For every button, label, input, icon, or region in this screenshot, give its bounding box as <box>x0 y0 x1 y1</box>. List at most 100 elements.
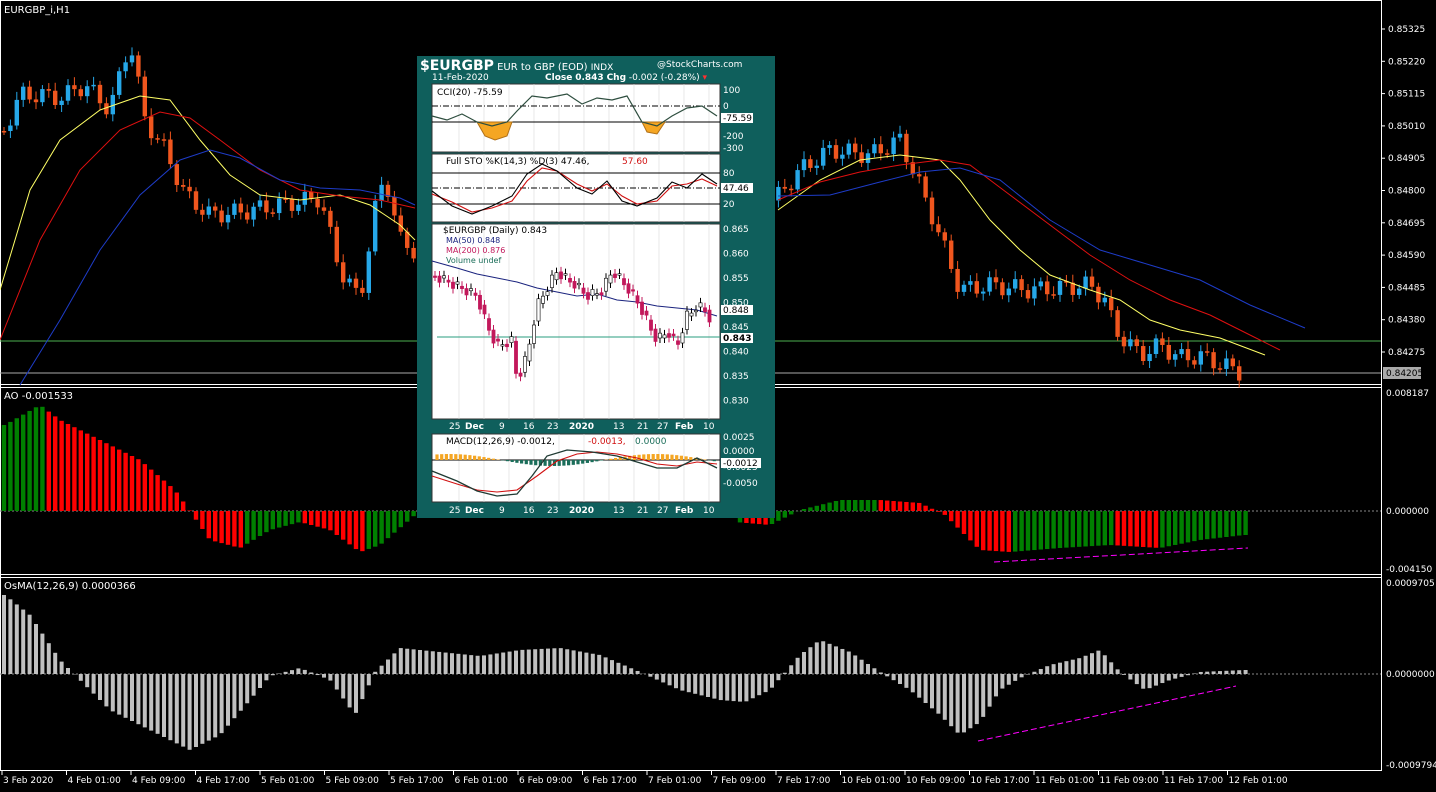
osma-bar <box>149 674 154 731</box>
candle-body <box>993 277 999 283</box>
ao-bar <box>104 443 109 511</box>
candle-body <box>219 210 224 223</box>
svg-text:-0.004150: -0.004150 <box>1386 565 1432 575</box>
ao-bar <box>1057 511 1063 548</box>
ao-bar <box>840 500 845 511</box>
osma-bar <box>616 662 621 674</box>
candle-body <box>277 198 282 214</box>
osma-bar <box>245 674 250 704</box>
ao-bar <box>865 500 871 511</box>
osma-bar <box>821 641 826 674</box>
candle-body <box>1198 351 1203 365</box>
osma-bar <box>962 674 966 733</box>
candle-body <box>923 176 928 198</box>
candle-body <box>1166 344 1171 360</box>
ao-bar <box>142 464 147 511</box>
ao-bar <box>1096 511 1101 546</box>
ao-bar <box>334 511 339 535</box>
candle-body <box>1102 297 1107 303</box>
candle-body <box>1013 279 1018 289</box>
osma-bar <box>859 659 864 674</box>
candle-body <box>309 191 314 199</box>
osma-bar <box>885 674 890 677</box>
ao-bar <box>1173 511 1178 545</box>
osma-bar <box>1154 674 1158 686</box>
candle-body <box>827 145 832 148</box>
time-tick: 5 Feb 01:00 <box>261 776 315 786</box>
candle-body <box>398 215 403 232</box>
osma-bar <box>386 659 390 674</box>
ao-bar <box>78 430 83 511</box>
time-tick: 4 Feb 17:00 <box>197 776 251 786</box>
osma-bar <box>968 674 973 729</box>
candle-body <box>379 184 384 201</box>
osma-bar <box>117 674 122 715</box>
osma-bar <box>469 655 474 674</box>
time-tick: 5 Feb 17:00 <box>390 776 444 786</box>
ao-bar <box>347 511 352 545</box>
osma-bar <box>763 674 768 693</box>
ao-bar <box>1064 511 1069 548</box>
osma-bar <box>392 653 397 674</box>
candle-body <box>149 116 154 139</box>
sc-sto-label: Full STO %K(14,3) %D(3) 47.46, <box>446 157 590 167</box>
ao-bar <box>949 511 954 522</box>
sc-date-tick: 2020 <box>569 506 594 516</box>
osma-bar <box>808 647 813 674</box>
candle-body <box>65 85 71 101</box>
candle-body <box>1211 352 1216 369</box>
ao-bar <box>200 511 205 529</box>
candle-body <box>360 287 365 293</box>
ao-bar <box>309 511 314 525</box>
osma-bar <box>686 674 691 693</box>
ao-bar <box>1147 511 1152 548</box>
ao-bar <box>1230 511 1235 537</box>
sc-cci-tick: -200 <box>723 132 744 142</box>
sc-sto-tick: 80 <box>723 169 735 179</box>
sc-macd-value: -0.0012 <box>723 459 758 469</box>
time-tick: 4 Feb 09:00 <box>132 776 186 786</box>
price-axis[interactable]: 0.85325 0.85220 0.85115 0.85010 0.84905 0.848… <box>1381 25 1425 358</box>
candle-body <box>808 159 813 168</box>
osma-bar <box>706 674 710 697</box>
candle-body <box>168 139 173 165</box>
candle-body <box>1121 336 1127 347</box>
sc-date-tick: Dec <box>465 422 484 432</box>
ao-bar <box>251 511 256 540</box>
sc-vol-label: Volume undef <box>446 256 501 265</box>
candle-body <box>1077 288 1082 295</box>
osma-bar <box>104 674 109 707</box>
osma-bar <box>603 657 608 674</box>
osma-bar <box>1013 674 1018 681</box>
osma-bar <box>283 671 288 674</box>
sc-price-tick: 0.855 <box>723 274 749 284</box>
ao-bar <box>1166 511 1171 547</box>
osma-bar <box>411 649 416 674</box>
osma-bar <box>296 668 301 674</box>
candle-body <box>878 144 883 154</box>
osma-bar <box>488 654 493 674</box>
osma-bar <box>162 674 166 737</box>
osma-bar <box>654 674 659 680</box>
osma-bar <box>878 672 883 674</box>
osma-bar <box>776 674 781 681</box>
osma-bar <box>1147 674 1152 689</box>
candle-body <box>1134 339 1139 347</box>
candle-body <box>85 86 90 97</box>
time-axis[interactable]: 3 Feb 2020 4 Feb 01:00 4 Feb 09:00 4 Feb 17… <box>1 771 1288 786</box>
osma-bar <box>1090 653 1094 674</box>
ao-bar <box>1179 511 1184 544</box>
ao-bar <box>814 505 819 511</box>
osma-bar <box>994 674 998 697</box>
osma-bar <box>14 604 19 674</box>
sc-macd-signal: -0.0013, <box>588 437 626 447</box>
candle-body <box>264 200 269 213</box>
ao-bar <box>853 500 858 511</box>
ao-bar <box>27 410 32 511</box>
main-chart-label: EURGBP_i,H1 <box>4 5 70 16</box>
sc-price-tick: 0.860 <box>723 250 749 260</box>
ao-bar <box>936 511 941 512</box>
time-tick: 11 Feb 01:00 <box>1035 776 1094 786</box>
ao-bar <box>341 511 346 540</box>
ao-bar <box>277 511 282 528</box>
